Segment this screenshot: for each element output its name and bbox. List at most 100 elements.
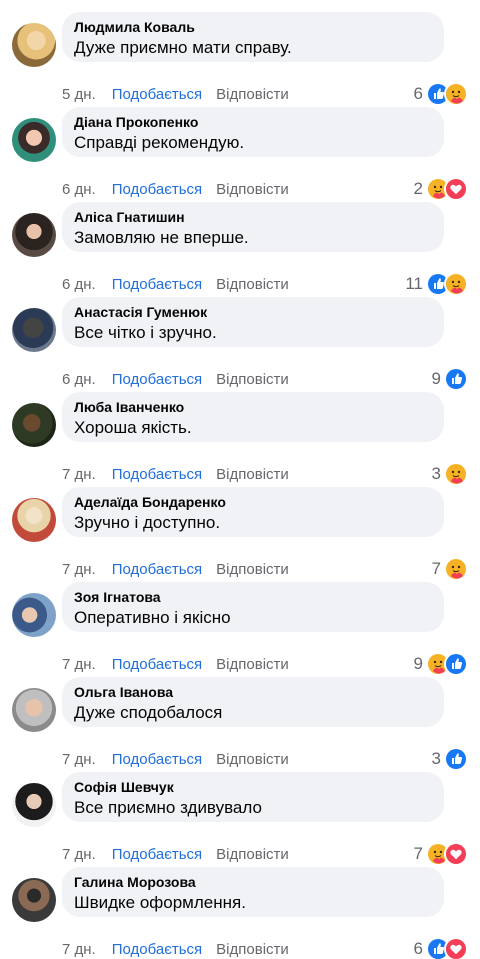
reaction-summary[interactable]: 6 <box>413 82 468 106</box>
avatar[interactable] <box>12 783 56 827</box>
comment-item: Людмила Коваль Дуже приємно мати справу. 5… <box>0 12 480 107</box>
comment-text: Замовляю не вперше. <box>74 228 249 247</box>
reply-button[interactable]: Відповісти <box>216 276 289 293</box>
avatar[interactable] <box>12 498 56 542</box>
comment-author[interactable]: Людмила Коваль <box>74 19 432 36</box>
care-icon <box>444 82 468 106</box>
like-button[interactable]: Подобається <box>112 846 202 863</box>
comment-timestamp[interactable]: 6 дн. <box>62 371 96 388</box>
comment-timestamp[interactable]: 7 дн. <box>62 846 96 863</box>
comment-timestamp[interactable]: 7 дн. <box>62 561 96 578</box>
comment-author[interactable]: Зоя Ігнатова <box>74 589 432 606</box>
like-button[interactable]: Подобається <box>112 86 202 103</box>
reaction-count: 9 <box>431 369 441 388</box>
comment-text: Дуже сподобалося <box>74 703 223 722</box>
reaction-summary[interactable]: 3 <box>431 747 468 771</box>
comment-author[interactable]: Ольга Іванова <box>74 684 432 701</box>
care-icon <box>444 557 468 581</box>
comment-item: Галина Морозова Швидке оформлення. 7 дн. По… <box>0 867 480 959</box>
reaction-summary[interactable]: 7 <box>413 842 468 866</box>
reply-button[interactable]: Відповісти <box>216 466 289 483</box>
comment-actions: 7 дн. Подобається Відповісти <box>62 654 289 674</box>
comment-item: Анастасія Гуменюк Все чітко і зручно. 6 дн… <box>0 297 480 392</box>
reaction-count: 7 <box>413 844 423 863</box>
reaction-summary[interactable]: 6 <box>413 937 468 959</box>
comment-timestamp[interactable]: 6 дн. <box>62 181 96 198</box>
comment-author[interactable]: Діана Прокопенко <box>74 114 432 131</box>
reaction-summary[interactable]: 2 <box>414 177 468 201</box>
like-button[interactable]: Подобається <box>112 656 202 673</box>
comment-item: Ольга Іванова Дуже сподобалося 7 дн. Подоба… <box>0 677 480 772</box>
reaction-count: 3 <box>431 749 441 768</box>
comment-timestamp[interactable]: 7 дн. <box>62 751 96 768</box>
avatar[interactable] <box>12 23 56 67</box>
comment-author[interactable]: Аделаїда Бондаренко <box>74 494 432 511</box>
comment-actions: 7 дн. Подобається Відповісти <box>62 559 289 579</box>
avatar[interactable] <box>12 213 56 257</box>
reply-button[interactable]: Відповісти <box>216 941 289 958</box>
reply-button[interactable]: Відповісти <box>216 371 289 388</box>
reaction-summary[interactable]: 3 <box>431 462 468 486</box>
reply-button[interactable]: Відповісти <box>216 656 289 673</box>
reply-button[interactable]: Відповісти <box>216 86 289 103</box>
reply-button[interactable]: Відповісти <box>216 751 289 768</box>
avatar[interactable] <box>12 688 56 732</box>
comment-text: Швидке оформлення. <box>74 893 246 912</box>
reply-button[interactable]: Відповісти <box>216 181 289 198</box>
like-button[interactable]: Подобається <box>112 371 202 388</box>
reply-button[interactable]: Відповісти <box>216 846 289 863</box>
comment-timestamp[interactable]: 6 дн. <box>62 276 96 293</box>
comment-timestamp[interactable]: 5 дн. <box>62 86 96 103</box>
reaction-summary[interactable]: 9 <box>431 367 468 391</box>
like-button[interactable]: Подобається <box>112 941 202 958</box>
reaction-summary[interactable]: 11 <box>405 272 468 296</box>
like-button[interactable]: Подобається <box>112 181 202 198</box>
reaction-count: 6 <box>413 84 423 103</box>
reaction-count: 3 <box>431 464 441 483</box>
comment-author[interactable]: Галина Морозова <box>74 874 432 891</box>
comment-author[interactable]: Люба Іванченко <box>74 399 432 416</box>
comment-actions: 6 дн. Подобається Відповісти <box>62 369 289 389</box>
comment-item: Аделаїда Бондаренко Зручно і доступно. 7 д… <box>0 487 480 582</box>
reaction-summary[interactable]: 9 <box>414 652 468 676</box>
comment-timestamp[interactable]: 7 дн. <box>62 466 96 483</box>
like-button[interactable]: Подобається <box>112 466 202 483</box>
comment-text: Хороша якість. <box>74 418 192 437</box>
like-icon <box>444 367 468 391</box>
comment-actions: 7 дн. Подобається Відповісти <box>62 464 289 484</box>
care-icon <box>444 272 468 296</box>
comment-text: Справді рекомендую. <box>74 133 245 152</box>
comment-bubble: Аліса Гнатишин Замовляю не вперше. <box>62 202 444 252</box>
like-icon <box>444 747 468 771</box>
comment-author[interactable]: Софія Шевчук <box>74 779 432 796</box>
comment-text: Оперативно і якісно <box>74 608 231 627</box>
comment-text: Дуже приємно мати справу. <box>74 38 292 57</box>
like-button[interactable]: Подобається <box>112 751 202 768</box>
avatar[interactable] <box>12 878 56 922</box>
comment-item: Зоя Ігнатова Оперативно і якісно 7 дн. Подо… <box>0 582 480 677</box>
avatar[interactable] <box>12 118 56 162</box>
comment-bubble: Люба Іванченко Хороша якість. <box>62 392 444 442</box>
like-icon <box>444 652 468 676</box>
comment-bubble: Діана Прокопенко Справді рекомендую. <box>62 107 444 157</box>
avatar[interactable] <box>12 593 56 637</box>
like-button[interactable]: Подобається <box>112 561 202 578</box>
comment-bubble: Софія Шевчук Все приємно здивувало <box>62 772 444 822</box>
comment-text: Все чітко і зручно. <box>74 323 217 342</box>
comment-author[interactable]: Аліса Гнатишин <box>74 209 432 226</box>
like-button[interactable]: Подобається <box>112 276 202 293</box>
comment-item: Софія Шевчук Все приємно здивувало 7 дн. По… <box>0 772 480 867</box>
avatar[interactable] <box>12 403 56 447</box>
love-icon <box>444 937 468 959</box>
comment-actions: 5 дн. Подобається Відповісти <box>62 84 289 104</box>
comment-actions: 7 дн. Подобається Відповісти <box>62 939 289 959</box>
comment-author[interactable]: Анастасія Гуменюк <box>74 304 432 321</box>
reaction-count: 11 <box>405 274 423 293</box>
avatar[interactable] <box>12 308 56 352</box>
reaction-count: 6 <box>413 939 423 958</box>
comment-timestamp[interactable]: 7 дн. <box>62 941 96 958</box>
reaction-summary[interactable]: 7 <box>432 557 468 581</box>
reply-button[interactable]: Відповісти <box>216 561 289 578</box>
comment-timestamp[interactable]: 7 дн. <box>62 656 96 673</box>
comment-bubble: Людмила Коваль Дуже приємно мати справу. <box>62 12 444 62</box>
